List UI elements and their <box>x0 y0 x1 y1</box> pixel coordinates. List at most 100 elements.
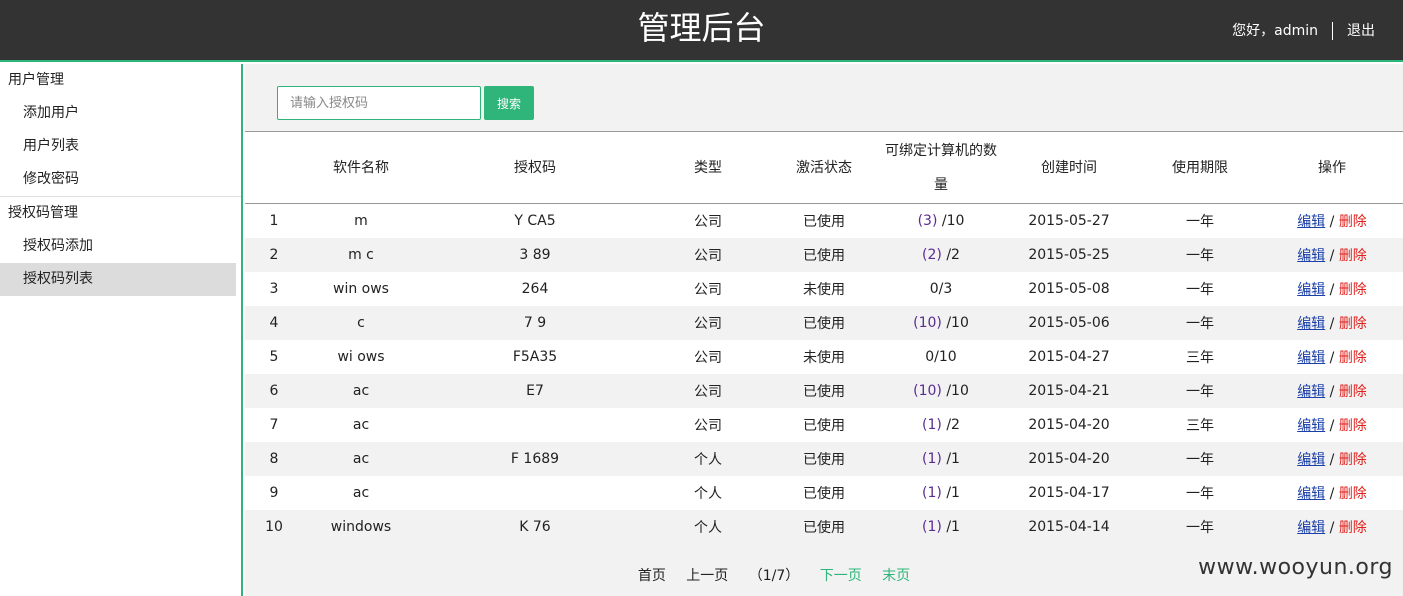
sidebar-item-change-password[interactable]: 修改密码 <box>0 163 241 196</box>
software-name: c <box>357 314 365 331</box>
sidebar-group-user: 用户管理 添加用户 用户列表 修改密码 <box>0 64 241 197</box>
delete-link[interactable]: 删除 <box>1339 384 1367 400</box>
delete-link[interactable]: 删除 <box>1339 350 1367 366</box>
logout-link[interactable]: 退出 <box>1347 21 1375 41</box>
column-header-period: 使用期限 <box>1172 159 1228 176</box>
bindable-count: (1) /1 <box>883 442 999 476</box>
sidebar-item-license-list[interactable]: 授权码列表 <box>0 263 236 296</box>
bound-count: (1) <box>922 518 942 535</box>
license-code <box>419 476 651 510</box>
license-type: 公司 <box>694 349 722 366</box>
action-separator: / <box>1329 247 1335 264</box>
bindable-count: (10) /10 <box>883 306 999 340</box>
created-date: 2015-04-17 <box>1028 484 1110 501</box>
created-date: 2015-05-06 <box>1028 314 1110 331</box>
pager-next[interactable]: 下一页 <box>820 568 862 584</box>
search-bar: 搜索 <box>277 86 534 120</box>
sidebar-group-title[interactable]: 授权码管理 <box>0 197 241 230</box>
bound-count: (3) <box>917 212 938 229</box>
pager-prev[interactable]: 上一页 <box>686 568 728 584</box>
app-header: 管理后台 您好，admin 退出 <box>0 0 1403 62</box>
table-row: 1 m Y CA5 公司 已使用 (3) /10 2015-05-27 一年 编辑 / 删除 <box>245 203 1403 238</box>
table-body: 1mY CA5 公司 已使用 (3) /10 2015-05-27 一年 编辑 / 删除 2 m… <box>245 203 1403 544</box>
delete-link[interactable]: 删除 <box>1339 282 1367 298</box>
action-separator: / <box>1329 349 1335 366</box>
edit-link[interactable]: 编辑 <box>1297 384 1325 400</box>
delete-link[interactable]: 删除 <box>1339 486 1367 502</box>
bound-count: (1) <box>922 450 942 467</box>
search-button[interactable]: 搜索 <box>484 86 534 120</box>
row-actions: 编辑 / 删除 <box>1261 510 1403 544</box>
software-name: win ows <box>333 280 389 297</box>
watermark: www.wooyun.org <box>1198 555 1393 580</box>
edit-link[interactable]: 编辑 <box>1297 248 1325 264</box>
action-separator: / <box>1329 383 1335 400</box>
activation-status: 已使用 <box>803 247 845 264</box>
delete-link[interactable]: 删除 <box>1339 452 1367 468</box>
table-header-row: 软件名称 授权码 类型 激活状态 可绑定计算机的数量 创建时间 使用期限 操作 <box>245 131 1403 204</box>
edit-link[interactable]: 编辑 <box>1297 282 1325 298</box>
software-name: m <box>354 212 368 229</box>
delete-link[interactable]: 删除 <box>1339 520 1367 536</box>
row-index: 7 <box>269 416 279 433</box>
table-row: 3 win ows 264 公司 未使用 0/3 2015-05-08 一年 编辑 / 删除 <box>245 271 1403 306</box>
bindable-total: 0/3 <box>929 280 953 297</box>
activation-status: 已使用 <box>803 485 845 502</box>
column-header-status: 激活状态 <box>796 159 852 176</box>
row-index: 4 <box>269 314 279 331</box>
usage-period: 一年 <box>1186 383 1214 400</box>
sidebar-group-title[interactable]: 用户管理 <box>0 64 241 97</box>
edit-link[interactable]: 编辑 <box>1297 452 1325 468</box>
action-separator: / <box>1329 213 1335 230</box>
table-row: 10 windows K 76 个人 已使用 (1) /1 2015-04-14 一年 编辑 /… <box>245 509 1403 544</box>
sidebar-item-user-list[interactable]: 用户列表 <box>0 130 241 163</box>
bindable-total: /1 <box>941 450 960 467</box>
bindable-count: (10) /10 <box>883 374 999 408</box>
license-type: 公司 <box>694 247 722 264</box>
usage-period: 一年 <box>1186 281 1214 298</box>
created-date: 2015-05-25 <box>1028 246 1110 263</box>
activation-status: 已使用 <box>803 213 845 230</box>
bindable-total: /10 <box>941 314 969 331</box>
row-index: 8 <box>269 450 279 467</box>
row-actions: 编辑 / 删除 <box>1261 374 1403 408</box>
edit-link[interactable]: 编辑 <box>1297 316 1325 332</box>
software-name: ac <box>352 484 370 501</box>
sidebar-item-add-license[interactable]: 授权码添加 <box>0 230 241 263</box>
edit-link[interactable]: 编辑 <box>1297 350 1325 366</box>
pager-info: （1/7） <box>748 568 800 584</box>
bindable-count: (2) /2 <box>883 238 999 272</box>
license-code: F5A35 <box>512 348 558 365</box>
bindable-total: /10 <box>941 382 969 399</box>
created-date: 2015-04-20 <box>1028 450 1110 467</box>
row-index: 3 <box>269 280 279 297</box>
search-input[interactable] <box>277 86 481 120</box>
license-code: Y CA5 <box>514 212 556 229</box>
bound-count: (1) <box>922 416 942 433</box>
edit-link[interactable]: 编辑 <box>1297 214 1325 230</box>
edit-link[interactable]: 编辑 <box>1297 520 1325 536</box>
license-code: K 76 <box>519 518 551 535</box>
delete-link[interactable]: 删除 <box>1339 316 1367 332</box>
usage-period: 一年 <box>1186 451 1214 468</box>
delete-link[interactable]: 删除 <box>1339 248 1367 264</box>
sidebar-item-add-user[interactable]: 添加用户 <box>0 97 241 130</box>
row-index: 6 <box>269 382 279 399</box>
table-row: 4 c 7 9 公司 已使用 (10) /10 2015-05-06 一年 编辑 / 删除 <box>245 305 1403 340</box>
license-code: 264 <box>521 280 549 297</box>
page-title: 管理后台 <box>637 9 766 47</box>
edit-link[interactable]: 编辑 <box>1297 486 1325 502</box>
pager-last[interactable]: 末页 <box>882 568 910 584</box>
pager-first[interactable]: 首页 <box>638 568 666 584</box>
edit-link[interactable]: 编辑 <box>1297 418 1325 434</box>
delete-link[interactable]: 删除 <box>1339 418 1367 434</box>
delete-link[interactable]: 删除 <box>1339 214 1367 230</box>
row-actions: 编辑 / 删除 <box>1261 408 1403 442</box>
software-name: wi ows <box>337 348 385 365</box>
row-actions: 编辑 / 删除 <box>1261 272 1403 306</box>
row-actions: 编辑 / 删除 <box>1261 306 1403 340</box>
action-separator: / <box>1329 485 1335 502</box>
row-actions: 编辑 / 删除 <box>1261 442 1403 476</box>
sidebar: 用户管理 添加用户 用户列表 修改密码 授权码管理 授权码添加 授权码列表 <box>0 64 243 596</box>
column-header-code: 授权码 <box>514 159 556 176</box>
